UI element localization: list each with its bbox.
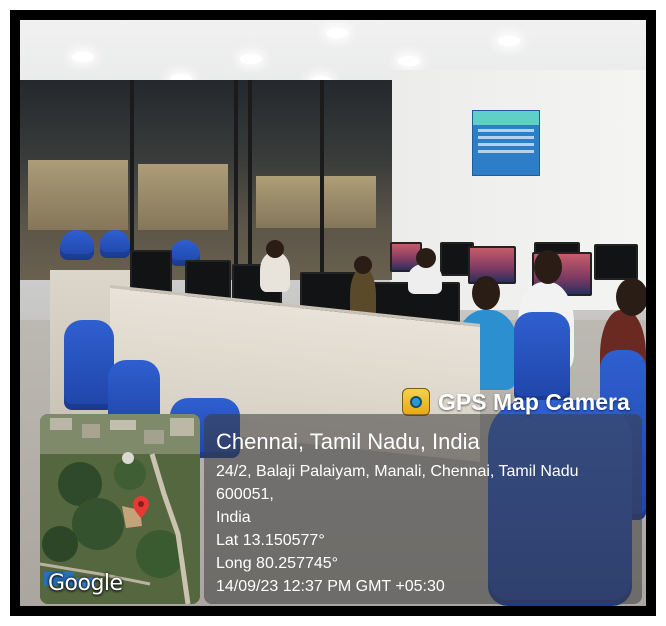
address-line: India <box>216 509 251 526</box>
bookshelf <box>138 164 228 230</box>
latitude-text: Lat 13.150577° <box>216 532 325 549</box>
location-info-card: Chennai, Tamil Nadu, India 24/2, Balaji … <box>204 414 642 604</box>
wall-poster <box>472 110 540 176</box>
bookshelf <box>256 176 376 228</box>
address-line: 24/2, Balaji Palaiyam, Manali, Chennai, … <box>216 463 579 503</box>
location-pin-icon <box>133 496 149 518</box>
student-head <box>616 278 646 316</box>
timestamp-text: 14/09/23 12:37 PM GMT +05:30 <box>216 578 445 595</box>
student-head <box>266 240 284 258</box>
computer-monitor <box>594 244 638 280</box>
window-frame <box>234 80 238 280</box>
student-head <box>534 250 562 284</box>
poster-text-line <box>478 129 534 132</box>
map-thumbnail: Google <box>40 414 200 604</box>
ceiling-light <box>326 28 348 38</box>
student-head <box>472 276 500 310</box>
poster-text-line <box>478 143 534 146</box>
window-frame <box>248 80 252 280</box>
place-name: Chennai, Tamil Nadu, India <box>216 429 480 454</box>
ceiling-light <box>498 36 520 46</box>
chair <box>64 320 114 410</box>
camera-lens-icon <box>402 388 430 416</box>
chair <box>100 230 130 258</box>
student-head <box>416 248 436 268</box>
photo-frame: GPS Map Camera Google Chennai, Tamil Nad… <box>10 10 656 616</box>
map-provider-logo: Google <box>48 571 123 596</box>
ceiling-light <box>398 56 420 66</box>
bookshelf <box>28 160 128 230</box>
longitude-text: Long 80.257745° <box>216 555 339 572</box>
window-frame <box>320 80 324 280</box>
poster-header <box>473 111 539 125</box>
ceiling-light <box>72 52 94 62</box>
student <box>260 252 290 292</box>
ceiling-light <box>240 54 262 64</box>
poster-text-line <box>478 136 534 139</box>
chair <box>60 230 94 260</box>
poster-text-line <box>478 150 534 153</box>
app-name: GPS Map Camera <box>438 388 630 415</box>
student <box>408 264 442 294</box>
student-head <box>354 256 372 274</box>
